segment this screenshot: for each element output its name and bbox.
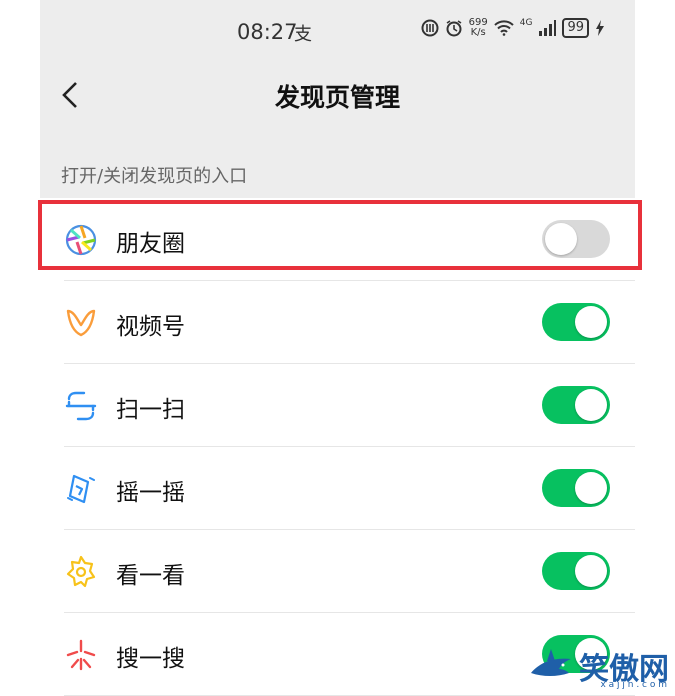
wifi-icon (494, 20, 514, 36)
status-icons: 699 K/s 4G 99 (421, 18, 605, 38)
battery-level: 99 (562, 18, 589, 38)
toggle-knob (575, 555, 607, 587)
item-label: 朋友圈 (116, 231, 185, 257)
channels-toggle[interactable] (542, 303, 610, 341)
page-title: 发现页管理 (274, 83, 400, 112)
search-icon (66, 639, 96, 671)
toggle-knob (575, 389, 607, 421)
moments-icon (65, 224, 97, 256)
discover-entries-list: 朋友圈 视频号 扫一扫 摇一摇 看一看 搜一搜 (40, 198, 635, 696)
item-label: 看一看 (116, 563, 185, 589)
speed-unit: K/s (470, 27, 486, 38)
list-item-shake: 摇一摇 (40, 447, 635, 530)
toggle-knob (575, 472, 607, 504)
network-speed: 699 K/s (469, 18, 488, 38)
signal-icon (539, 20, 557, 36)
status-time: 08:27 (237, 20, 298, 44)
navigation-bar: 发现页管理 (40, 64, 635, 128)
charging-icon (596, 20, 604, 36)
list-item-moments: 朋友圈 (40, 198, 635, 281)
shake-toggle[interactable] (542, 469, 610, 507)
nfc-icon (421, 19, 439, 37)
channels-icon (66, 309, 96, 337)
scan-toggle[interactable] (542, 386, 610, 424)
section-label: 打开/关闭发现页的入口 (61, 166, 248, 187)
watermark-sub: x a j j n . c o m (600, 680, 667, 690)
item-label: 视频号 (116, 314, 185, 340)
item-label: 摇一摇 (116, 480, 185, 506)
scan-icon (65, 391, 97, 421)
top-stories-toggle[interactable] (542, 552, 610, 590)
list-item-top-stories: 看一看 (40, 530, 635, 613)
shake-icon (67, 474, 95, 504)
toggle-knob (545, 223, 577, 255)
phone-screen: 08:27 支 699 K/s 4G 99 发现页管理 打开/关闭发现页的入口 (40, 0, 635, 696)
pay-notification-icon: 支 (294, 24, 312, 45)
network-type: 4G (519, 18, 533, 28)
shark-logo-icon (531, 649, 571, 676)
item-label: 扫一扫 (116, 397, 185, 423)
top-stories-icon (66, 555, 96, 588)
toggle-knob (575, 306, 607, 338)
item-label: 搜一搜 (116, 646, 185, 672)
list-item-scan: 扫一扫 (40, 364, 635, 447)
alarm-icon (446, 20, 462, 37)
moments-toggle[interactable] (542, 220, 610, 258)
status-bar: 08:27 支 699 K/s 4G 99 (40, 0, 635, 64)
list-item-channels: 视频号 (40, 281, 635, 364)
